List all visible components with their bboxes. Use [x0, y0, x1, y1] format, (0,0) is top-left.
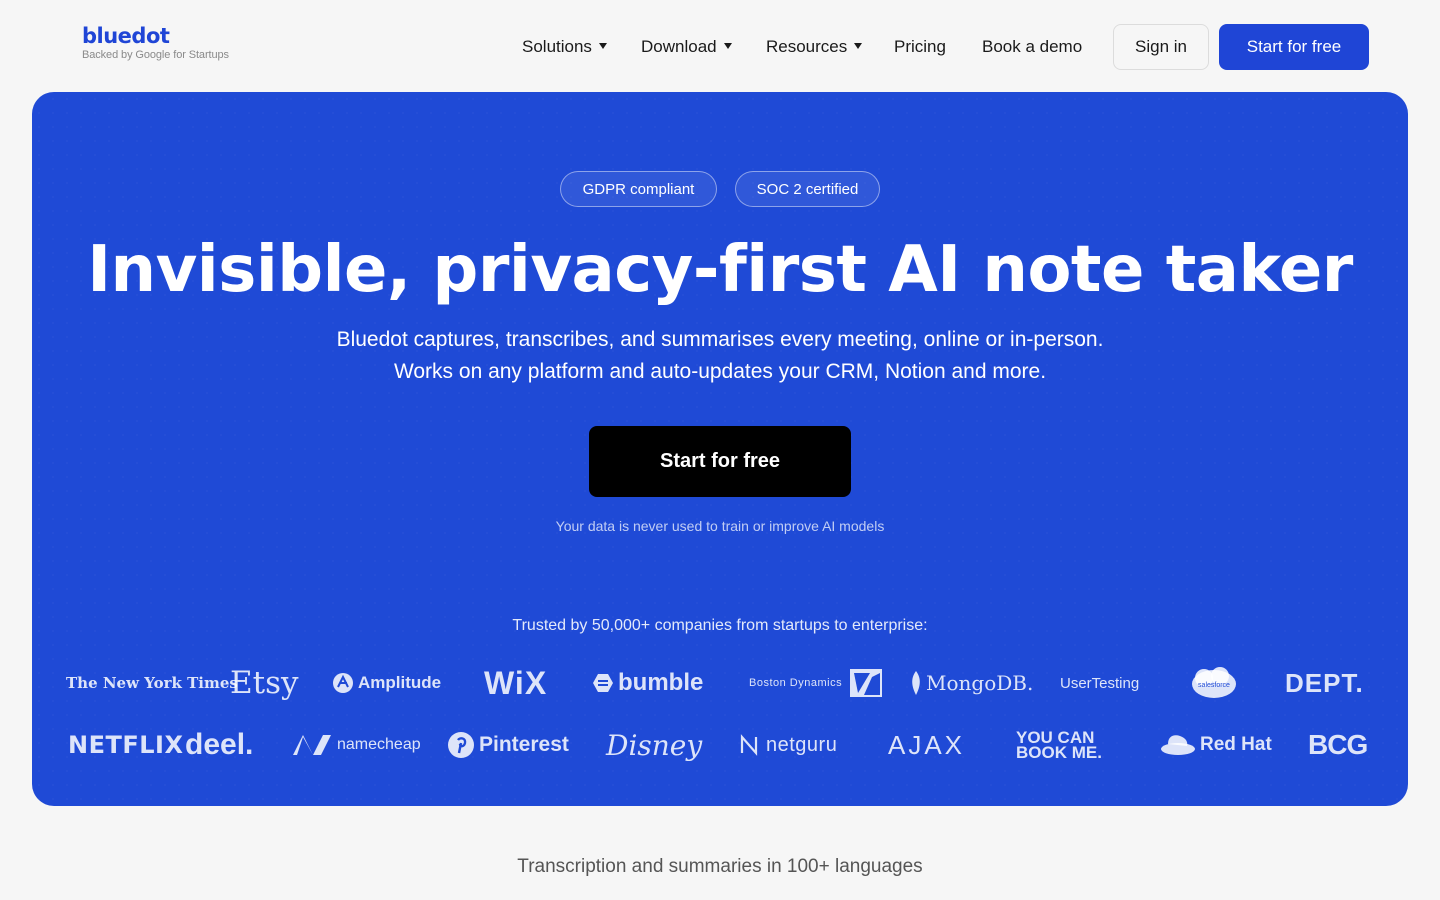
- logo-wix: WiX: [484, 658, 547, 708]
- logo-bumble-text: bumble: [618, 669, 704, 696]
- nav-solutions-label: Solutions: [522, 37, 592, 56]
- languages-heading: Transcription and summaries in 100+ lang…: [517, 856, 923, 877]
- logo-salesforce: salesforce: [1190, 658, 1242, 708]
- hero-subtitle: Bluedot captures, transcribes, and summa…: [32, 324, 1408, 388]
- nav-book-demo-label: Book a demo: [982, 37, 1083, 56]
- nav-book-demo[interactable]: Book a demo: [982, 24, 1082, 70]
- nav-download[interactable]: Download: [641, 24, 732, 70]
- logo-etsy: Etsy: [230, 658, 299, 708]
- logo-nyt-text: The New York Times: [66, 674, 238, 692]
- mongodb-leaf-icon: [910, 671, 922, 695]
- logo-salesforce-text: salesforce: [1198, 682, 1230, 689]
- trusted-by-text: Trusted by 50,000+ companies from startu…: [512, 617, 928, 634]
- namecheap-icon: [291, 733, 333, 757]
- nav-pricing[interactable]: Pricing: [894, 24, 946, 70]
- logo-disney-text: Disney: [606, 728, 703, 762]
- logo-deel-text: deel.: [185, 728, 254, 761]
- logo-namecheap: namecheap: [291, 720, 421, 770]
- logo-mongodb: MongoDB.: [910, 658, 1033, 708]
- logo-ajax-text: AJAX: [888, 729, 966, 760]
- hero-subtitle-line1: Bluedot captures, transcribes, and summa…: [336, 328, 1104, 351]
- logo-youcanbookme: YOU CAN BOOK ME.: [1016, 720, 1136, 770]
- logo-netflix: NETFLIX: [68, 720, 183, 770]
- logo-usertesting-text: UserTesting: [1060, 674, 1140, 692]
- netguru-icon: [738, 733, 762, 757]
- start-free-hero-button[interactable]: Start for free: [589, 426, 851, 497]
- logo-etsy-text: Etsy: [230, 665, 299, 701]
- chevron-down-icon: [723, 43, 732, 49]
- chevron-down-icon: [598, 43, 607, 49]
- logo-boston-dynamics-text: Boston Dynamics: [749, 677, 843, 689]
- logo-ajax: AJAX: [888, 720, 965, 770]
- hero-subtitle-line2: Works on any platform and auto-updates y…: [393, 360, 1047, 383]
- customer-logos-row-1: The New York Times Etsy Amplitude WiX bu…: [32, 658, 1408, 708]
- start-free-nav-button[interactable]: Start for free: [1219, 24, 1369, 70]
- logo-wix-text: WiX: [484, 664, 548, 701]
- redhat-icon: [1160, 732, 1196, 758]
- logo-netguru: netguru: [738, 720, 837, 770]
- logo-deel: deel.: [185, 720, 253, 770]
- sign-in-button[interactable]: Sign in: [1113, 24, 1209, 70]
- amplitude-icon: [332, 672, 354, 694]
- soc2-badge: SOC 2 certified: [735, 171, 880, 207]
- site-header: bluedot Backed by Google for Startups So…: [0, 0, 1440, 92]
- logo-boston-dynamics: Boston Dynamics: [749, 658, 886, 708]
- privacy-note: Your data is never used to train or impr…: [555, 518, 885, 534]
- logo-dept-text: DEPT.: [1285, 667, 1364, 698]
- nav-pricing-label: Pricing: [894, 37, 946, 56]
- logo-usertesting: UserTesting: [1060, 658, 1139, 708]
- logo-pinterest: Pinterest: [447, 720, 569, 770]
- nav-download-label: Download: [641, 37, 717, 56]
- hero-title: Invisible, privacy-first AI note taker: [87, 233, 1353, 307]
- logo-bcg: BCG: [1308, 720, 1368, 770]
- boston-dynamics-icon: [850, 667, 883, 699]
- customer-logos-row-2: NETFLIX deel. namecheap Pinterest Disney…: [32, 720, 1408, 770]
- nav-solutions[interactable]: Solutions: [522, 24, 607, 70]
- logo-netflix-text: NETFLIX: [68, 731, 184, 759]
- logo-tagline: Backed by Google for Startups: [82, 49, 229, 61]
- nav-resources[interactable]: Resources: [766, 24, 863, 70]
- logo-wordmark: bluedot: [82, 24, 170, 48]
- logo-nyt: The New York Times: [66, 658, 238, 708]
- logo-mongodb-text: MongoDB.: [926, 671, 1034, 695]
- bumble-hexagon-icon: [592, 672, 614, 694]
- logo-pinterest-text: Pinterest: [479, 733, 569, 756]
- logo-bumble: bumble: [592, 658, 703, 708]
- logo-amplitude-text: Amplitude: [358, 673, 442, 692]
- logo-netguru-text: netguru: [766, 733, 838, 756]
- logo-bcg-text: BCG: [1308, 729, 1368, 760]
- logo-namecheap-text: namecheap: [337, 736, 421, 753]
- logo-redhat: Red Hat: [1160, 720, 1272, 770]
- nav-resources-label: Resources: [766, 37, 848, 56]
- bluedot-logo[interactable]: bluedot Backed by Google for Startups: [82, 24, 229, 61]
- hero-section: GDPR compliant SOC 2 certified Invisible…: [32, 92, 1408, 806]
- logo-amplitude: Amplitude: [332, 658, 441, 708]
- chevron-down-icon: [854, 43, 863, 49]
- gdpr-badge: GDPR compliant: [560, 171, 717, 207]
- logo-youcanbookme-text: YOU CAN BOOK ME.: [1016, 728, 1102, 762]
- pinterest-icon: [447, 731, 475, 759]
- salesforce-cloud-icon: salesforce: [1190, 666, 1238, 700]
- logo-redhat-text: Red Hat: [1200, 734, 1272, 755]
- logo-disney: Disney: [606, 720, 702, 770]
- logo-dept: DEPT.: [1285, 658, 1364, 708]
